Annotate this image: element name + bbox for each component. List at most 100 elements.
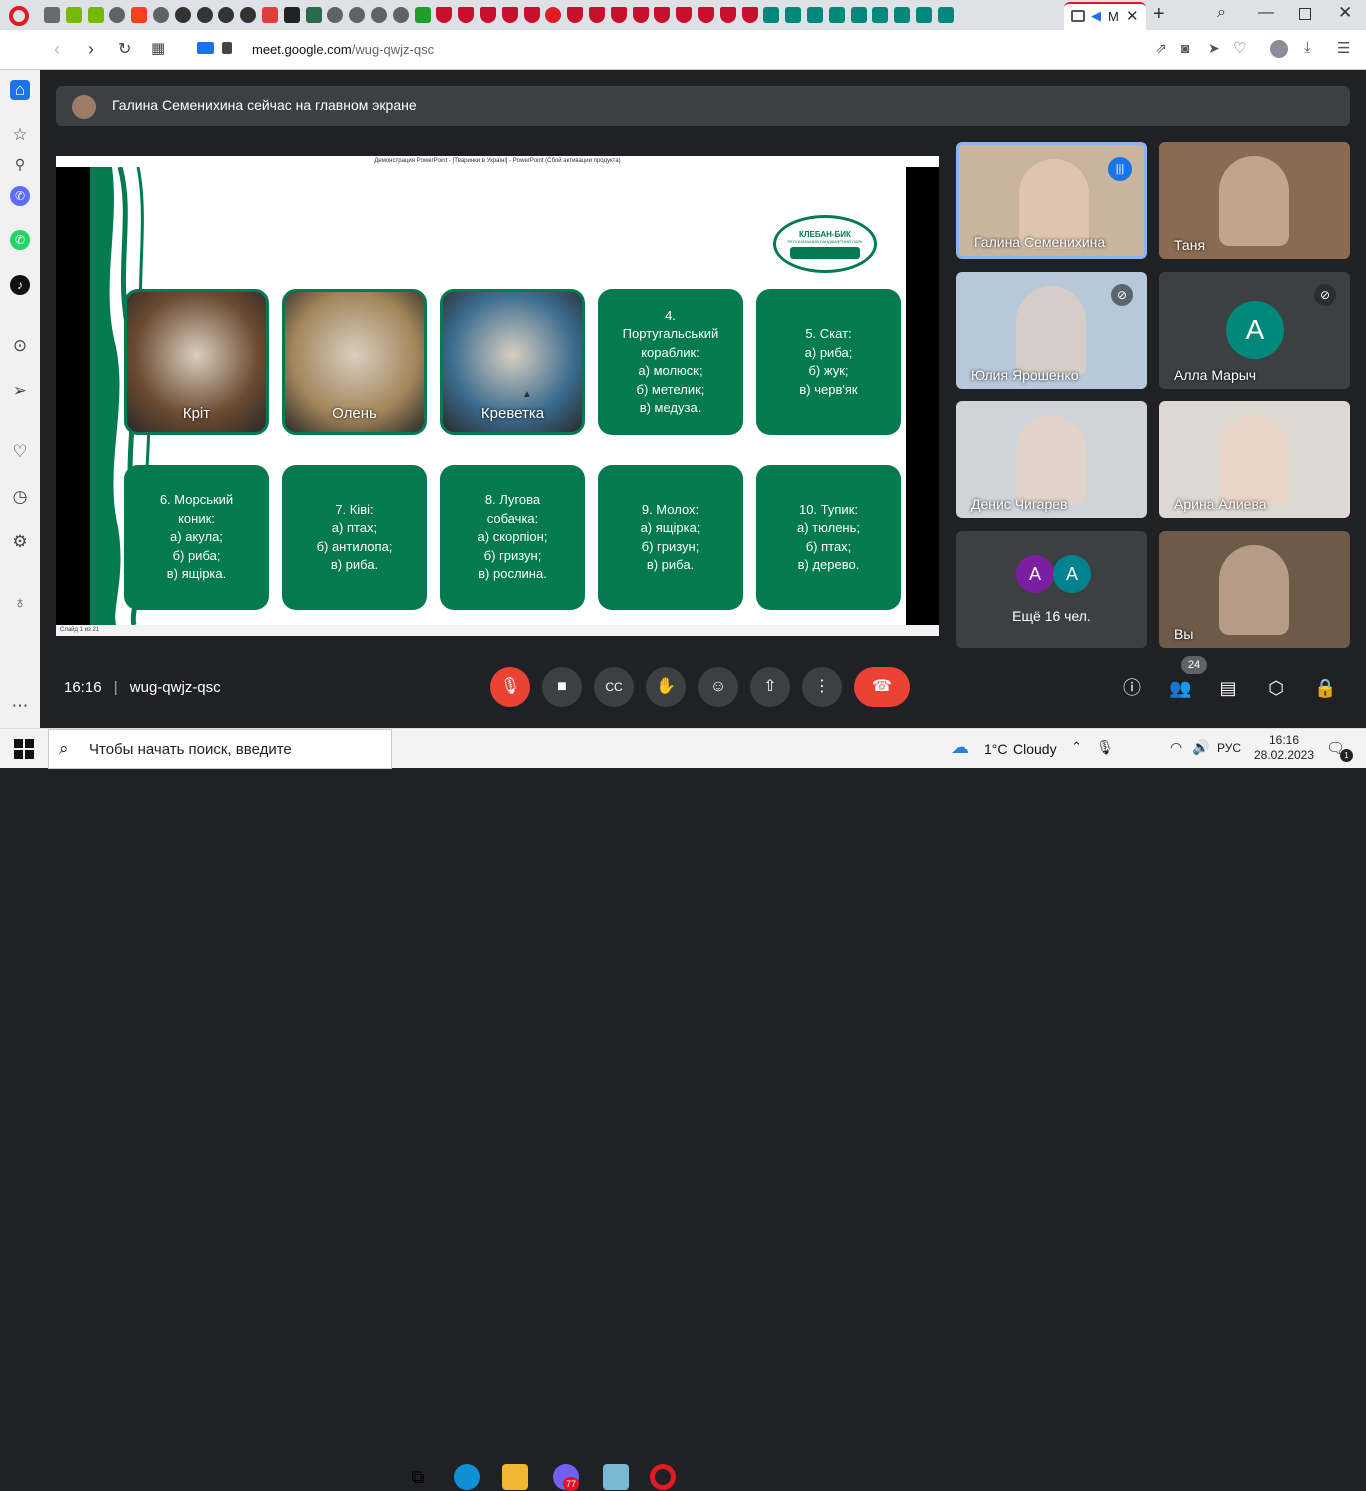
mcafee-icon[interactable] — [610, 7, 627, 23]
language-indicator[interactable]: РУС — [1217, 741, 1241, 755]
more-icon[interactable]: ⋯ — [10, 696, 30, 716]
back-icon[interactable]: ‹ — [54, 39, 60, 60]
send-icon[interactable]: ➤ — [1208, 40, 1220, 57]
globe-icon[interactable] — [327, 7, 344, 23]
nvidia-icon[interactable] — [87, 7, 104, 23]
participant-tile[interactable]: А Алла Марыч ⊘ — [1159, 272, 1350, 389]
player-icon[interactable]: ⊙ — [10, 336, 30, 356]
wiki-icon[interactable] — [240, 7, 257, 23]
share-icon[interactable]: ⇗ — [1155, 40, 1167, 57]
mcafee-icon[interactable] — [480, 7, 496, 23]
host-controls-icon[interactable]: 🔒 — [1314, 677, 1336, 699]
new-tab-icon[interactable]: + — [1153, 3, 1165, 26]
heart-icon[interactable]: ♡ — [1233, 39, 1246, 57]
close-tab-icon[interactable]: ✕ — [1126, 7, 1139, 25]
easy-setup-icon[interactable]: ☰ — [1337, 39, 1350, 57]
snapshot-icon[interactable]: ◙ — [1181, 40, 1189, 56]
activities-icon[interactable]: ⬡ — [1265, 677, 1287, 699]
participant-tile[interactable]: Таня — [1159, 142, 1350, 259]
globe-icon[interactable] — [349, 7, 366, 23]
participant-tile[interactable]: Арина Алиева — [1159, 401, 1350, 518]
globe-icon[interactable] — [371, 7, 387, 23]
wiki-icon[interactable] — [196, 7, 213, 23]
network-icon[interactable]: ◠ — [1170, 739, 1182, 756]
chat-icon[interactable]: ▤ — [1217, 677, 1239, 699]
globe-icon[interactable] — [153, 7, 169, 23]
explorer-icon[interactable] — [502, 1464, 528, 1490]
mcafee-icon[interactable] — [698, 7, 714, 23]
mic-toggle-button[interactable]: 🎙 — [490, 667, 530, 707]
profile-icon[interactable] — [1270, 40, 1288, 58]
mcafee-icon[interactable] — [654, 7, 671, 23]
mcafee-icon[interactable] — [436, 7, 453, 23]
participant-tile[interactable]: А А Ещё 16 чел. — [956, 531, 1147, 648]
clock[interactable]: 16:16 28.02.2023 — [1252, 733, 1316, 763]
present-button[interactable]: ⇧ — [750, 667, 790, 707]
mcafee-icon[interactable] — [567, 7, 584, 23]
chevron-up-icon[interactable]: ⌃ — [1071, 739, 1082, 755]
lightbulb-icon[interactable]: ♁ — [10, 593, 30, 613]
close-window-icon[interactable]: ✕ — [1338, 3, 1352, 23]
end-call-button[interactable]: ☎ — [854, 667, 910, 707]
nvidia-icon[interactable] — [65, 7, 82, 23]
info-icon[interactable]: ⓘ — [1121, 677, 1143, 699]
globe-icon[interactable] — [109, 7, 126, 23]
meet-icon[interactable] — [916, 7, 932, 23]
raise-hand-button[interactable]: ✋ — [646, 667, 686, 707]
edge-icon[interactable] — [454, 1464, 480, 1490]
globe-icon[interactable] — [392, 7, 409, 23]
camera-toggle-button[interactable]: ■ — [542, 667, 582, 707]
ex-icon[interactable] — [283, 7, 300, 23]
microphone-tray-icon[interactable]: 🎙 — [1096, 739, 1114, 756]
mcafee-icon[interactable] — [501, 7, 518, 23]
volume-icon[interactable]: 🔊 — [1192, 739, 1209, 756]
task-view-icon[interactable]: ⧉ — [405, 1464, 431, 1490]
forward-icon[interactable]: › — [88, 39, 94, 60]
mcafee-icon[interactable] — [676, 7, 693, 23]
opera-taskbar-icon[interactable] — [650, 1464, 676, 1490]
meet-icon[interactable] — [872, 7, 889, 23]
participant-tile[interactable]: Денис Чигарев — [956, 401, 1147, 518]
tiktok-icon[interactable]: ♪ — [10, 275, 30, 295]
mcafee-icon[interactable] — [458, 7, 475, 23]
active-tab[interactable]: ◀ M ✕ — [1064, 2, 1146, 30]
pin-icon[interactable]: ⚲ — [10, 154, 30, 174]
utorrent-icon[interactable] — [414, 7, 431, 23]
mcafee-icon[interactable] — [719, 7, 736, 23]
minimize-icon[interactable]: — — [1258, 4, 1274, 22]
heart-sidebar-icon[interactable]: ♡ — [10, 442, 30, 462]
settings-icon[interactable]: ⚙ — [10, 532, 30, 552]
mcafee-icon[interactable] — [632, 7, 649, 23]
participant-tile[interactable]: Вы — [1159, 531, 1350, 648]
meet-icon[interactable] — [937, 7, 954, 23]
meet-icon[interactable] — [807, 7, 823, 23]
chat-icon[interactable] — [262, 7, 278, 23]
windows-start-icon[interactable] — [14, 739, 34, 759]
meet-icon[interactable] — [763, 7, 780, 23]
rr-icon[interactable] — [305, 7, 322, 23]
send-sidebar-icon[interactable]: ➢ — [10, 381, 30, 401]
meet-icon[interactable] — [828, 7, 845, 23]
captions-button[interactable]: CC — [594, 667, 634, 707]
yandex-icon[interactable] — [131, 7, 148, 23]
lock-icon[interactable] — [222, 42, 232, 54]
meet-icon[interactable] — [850, 7, 867, 23]
opera-icon[interactable] — [545, 7, 562, 23]
app-icon[interactable] — [603, 1464, 629, 1490]
messenger-icon[interactable]: ✆ — [10, 186, 30, 206]
mcafee-icon[interactable] — [589, 7, 605, 23]
star-icon[interactable]: ☆ — [10, 125, 30, 145]
camera-site-icon[interactable] — [197, 42, 214, 54]
speed-dial-icon[interactable]: ▦ — [151, 39, 165, 57]
taskbar-search[interactable]: ⌕ Чтобы начать поиск, введите — [48, 729, 392, 769]
meet-icon[interactable] — [785, 7, 802, 23]
wiki-icon[interactable] — [218, 7, 235, 23]
people-icon[interactable]: 👥 — [1169, 677, 1191, 699]
home-icon[interactable]: ⌂ — [10, 80, 30, 100]
more-options-button[interactable]: ⋮ — [802, 667, 842, 707]
mcafee-icon[interactable] — [741, 7, 758, 23]
reload-icon[interactable]: ↻ — [118, 39, 131, 59]
speaker-icon[interactable]: ◀ — [1091, 8, 1101, 24]
history-icon[interactable]: ◷ — [10, 487, 30, 507]
search-tabs-icon[interactable]: ⌕ — [1217, 4, 1226, 22]
